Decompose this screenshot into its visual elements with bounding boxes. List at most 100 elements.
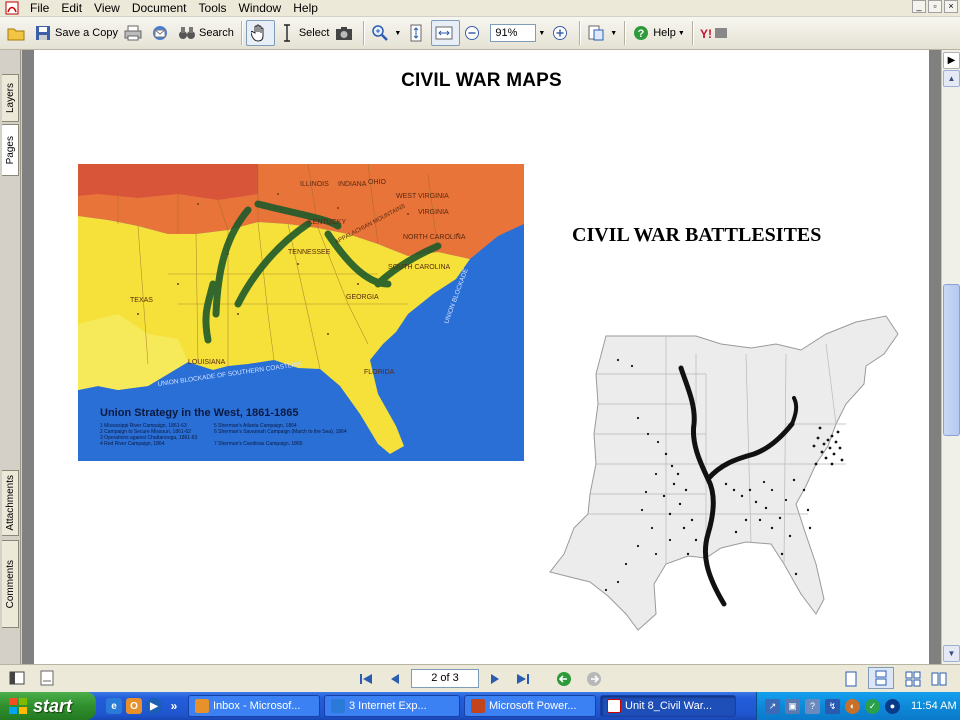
network-icon[interactable]: ↗: [765, 698, 780, 714]
chevron-down-icon[interactable]: ▼: [610, 30, 617, 37]
search-label: Search: [198, 27, 234, 39]
page-title: CIVIL WAR MAPS: [401, 70, 562, 91]
save-copy-button[interactable]: Save a Copy: [31, 20, 121, 46]
zoom-level-input[interactable]: 91%: [490, 24, 537, 42]
go-back-icon[interactable]: [555, 670, 573, 688]
snapshot-button[interactable]: [332, 20, 359, 46]
chevron-down-icon[interactable]: ▼: [538, 30, 545, 37]
hand-tool-button[interactable]: [245, 20, 275, 46]
map-label-georgia: GEORGIA: [346, 294, 379, 301]
menu-tools[interactable]: Tools: [193, 0, 233, 16]
chevron-down-icon[interactable]: ▼: [394, 30, 401, 37]
restore-icon[interactable]: ▫: [928, 0, 942, 13]
security-icon[interactable]: ✓: [865, 698, 880, 714]
fit-height-icon: [407, 24, 425, 42]
start-button[interactable]: start: [0, 692, 96, 720]
map-label-tennessee: TENNESSEE: [288, 249, 331, 256]
next-page-icon[interactable]: [486, 670, 504, 688]
help-tray-icon[interactable]: ?: [805, 698, 820, 714]
window-controls: _ ▫ ×: [912, 0, 958, 13]
internet-explorer-icon[interactable]: e: [106, 698, 122, 714]
expand-quicklaunch-icon[interactable]: »: [166, 698, 182, 714]
single-page-view-icon[interactable]: [842, 670, 860, 688]
map1-title: Union Strategy in the West, 1861-1865: [100, 407, 298, 419]
binoculars-icon: [178, 24, 196, 42]
minimize-icon[interactable]: _: [912, 0, 926, 13]
clock: 11:54 AM: [911, 700, 957, 712]
task-internet-explorer[interactable]: 3 Internet Exp...: [324, 695, 460, 717]
chevron-down-icon[interactable]: ▼: [678, 30, 685, 37]
menu-help[interactable]: Help: [287, 0, 324, 16]
rotate-page-icon: [587, 24, 605, 42]
map-label-texas: TEXAS: [130, 297, 153, 304]
open-button[interactable]: [4, 20, 31, 46]
tab-comments[interactable]: Comments: [2, 540, 19, 628]
system-tray: ↗ ▣ ? ↯ ◐ ✓ ● 11:54 AM: [756, 692, 960, 720]
email-button[interactable]: [148, 20, 175, 46]
menu-window[interactable]: Window: [233, 0, 288, 16]
zoom-in-button[interactable]: [548, 20, 575, 46]
continuous-facing-view-icon[interactable]: [904, 670, 922, 688]
connection-icon[interactable]: ↯: [825, 698, 840, 714]
disk-icon: [34, 24, 52, 42]
zoom-level-control[interactable]: 91% ▼: [487, 20, 548, 46]
continuous-view-icon[interactable]: [868, 667, 894, 689]
rotate-view-button[interactable]: ▼: [584, 20, 620, 46]
camera-icon: [335, 24, 353, 42]
scrollbar-thumb[interactable]: [943, 284, 960, 436]
scroll-down-icon[interactable]: ▼: [943, 645, 960, 662]
menu-edit[interactable]: Edit: [55, 0, 88, 16]
last-page-icon[interactable]: [514, 670, 532, 688]
zoom-in-tool-button[interactable]: ▼: [368, 20, 404, 46]
folder-icon: [7, 24, 25, 42]
page-number-input[interactable]: 2 of 3: [411, 669, 479, 688]
previous-page-icon[interactable]: [386, 670, 404, 688]
map-label-illinois: ILLINOIS: [300, 181, 329, 188]
outlook-icon[interactable]: O: [126, 698, 142, 714]
print-button[interactable]: [121, 20, 148, 46]
map-label-ohio: OHIO: [368, 179, 386, 186]
map1-legend-7: 7 Sherman's Carolinas Campaign, 1865: [214, 441, 303, 447]
task-acrobat[interactable]: Unit 8_Civil War...: [600, 695, 736, 717]
acrobat-icon[interactable]: [4, 1, 20, 15]
panel-arrow-icon[interactable]: ▶: [943, 52, 960, 69]
task-inbox[interactable]: Inbox - Microsof...: [188, 695, 320, 717]
pdf-page: CIVIL WAR MAPS TEXAS LOUISIANA GEORGIA F…: [34, 50, 929, 664]
tab-layers-label: Layers: [4, 82, 16, 113]
help-label: Help: [653, 27, 676, 39]
tab-attachments[interactable]: Attachments: [2, 470, 19, 536]
help-button[interactable]: ? Help ▼: [629, 20, 688, 46]
page-layout-icon[interactable]: [38, 669, 56, 687]
display-icon[interactable]: ▣: [785, 698, 800, 714]
yahoo-toolbar-button[interactable]: Y!: [697, 20, 736, 46]
svg-text:?: ?: [638, 28, 645, 40]
search-button[interactable]: Search: [175, 20, 237, 46]
yahoo-logo-icon: Y!: [700, 24, 730, 42]
tab-pages[interactable]: Pages: [2, 124, 19, 176]
scroll-up-icon[interactable]: ▲: [943, 70, 960, 87]
start-label: start: [33, 695, 73, 716]
update-icon[interactable]: ◐: [845, 698, 860, 714]
menu-document[interactable]: Document: [126, 0, 193, 16]
menu-view[interactable]: View: [88, 0, 126, 16]
media-player-icon[interactable]: ▶: [146, 698, 162, 714]
go-forward-icon[interactable]: [585, 670, 603, 688]
facing-view-icon[interactable]: [930, 670, 948, 688]
toolbar-separator: [363, 21, 365, 45]
task-powerpoint[interactable]: Microsoft Power...: [464, 695, 596, 717]
tab-layers[interactable]: Layers: [2, 74, 19, 122]
menu-file[interactable]: File: [24, 0, 55, 16]
fit-width-button[interactable]: [431, 20, 461, 46]
panel-toggle-icon[interactable]: [8, 669, 26, 687]
select-label: Select: [298, 27, 330, 39]
toolbar-separator: [624, 21, 626, 45]
zoom-out-button[interactable]: [460, 20, 487, 46]
select-tool-button[interactable]: Select: [275, 20, 333, 46]
vertical-scrollbar[interactable]: ▶ ▲ ▼: [941, 50, 960, 664]
windows-logo-icon: [8, 697, 28, 715]
antivirus-icon[interactable]: ●: [885, 698, 900, 714]
close-icon[interactable]: ×: [944, 0, 958, 13]
document-view[interactable]: CIVIL WAR MAPS TEXAS LOUISIANA GEORGIA F…: [22, 50, 941, 664]
first-page-icon[interactable]: [357, 670, 375, 688]
fit-height-button[interactable]: [404, 20, 431, 46]
